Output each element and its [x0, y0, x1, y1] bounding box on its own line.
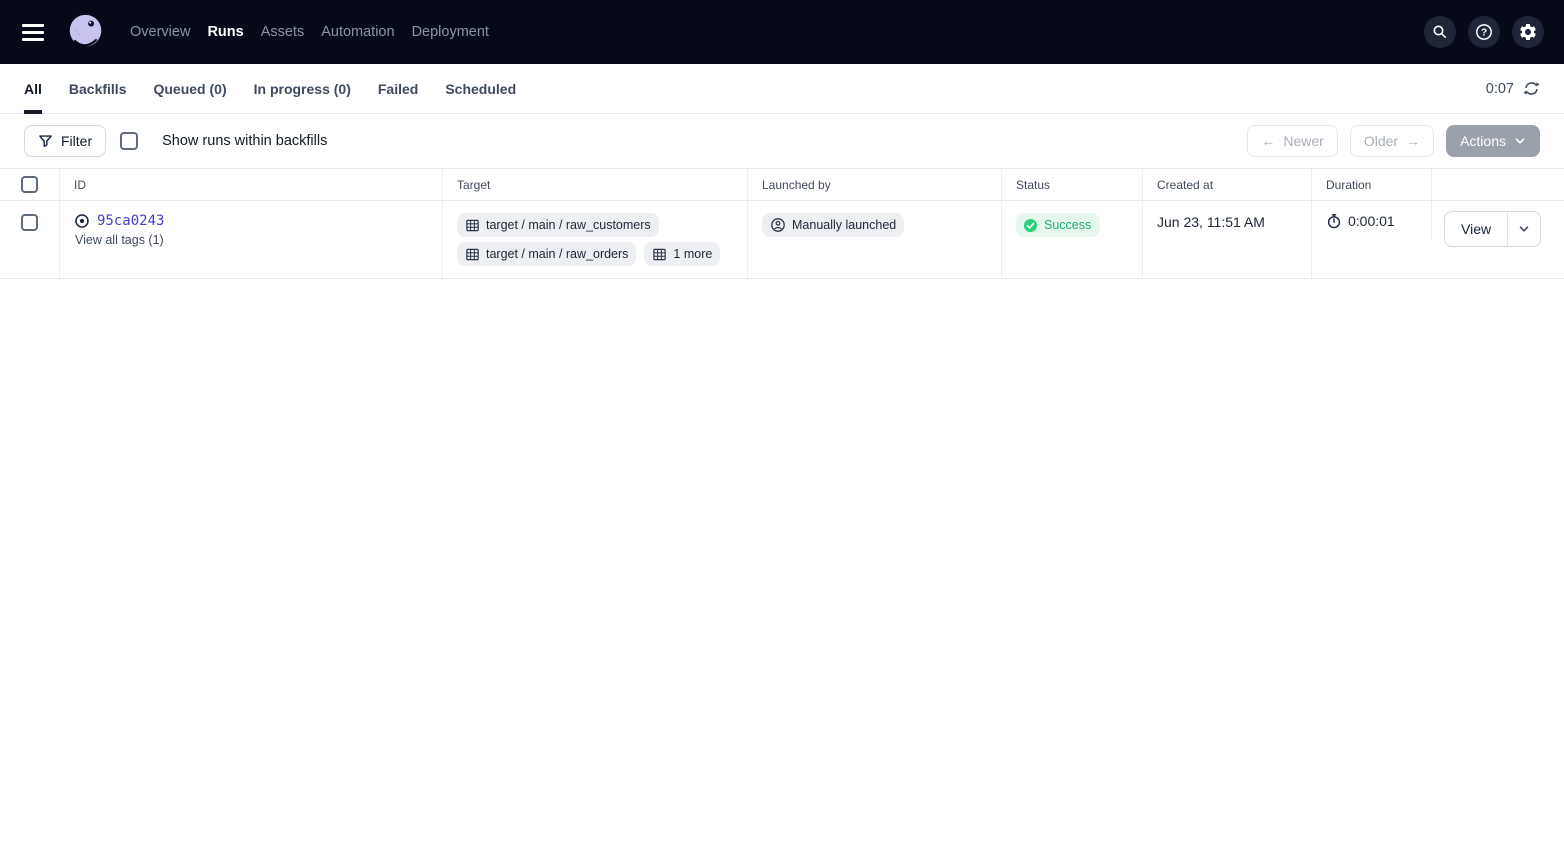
view-split-button: View: [1444, 211, 1541, 247]
dagster-octopus-icon: [65, 11, 107, 53]
newer-button-label: Newer: [1283, 133, 1323, 149]
header-duration: Duration: [1312, 169, 1432, 200]
check-circle-icon: [1023, 218, 1038, 233]
table-grid-icon: [465, 218, 480, 233]
duration-cell: 0:00:01: [1312, 201, 1432, 241]
help-button[interactable]: ?: [1468, 16, 1500, 48]
search-button[interactable]: [1424, 16, 1456, 48]
created-at-value: Jun 23, 11:51 AM: [1157, 214, 1265, 230]
table-grid-icon: [652, 247, 667, 262]
actions-button[interactable]: Actions: [1446, 125, 1540, 157]
status-label: Success: [1044, 216, 1091, 234]
created-at-cell: Jun 23, 11:51 AM: [1143, 201, 1312, 278]
view-dropdown-button[interactable]: [1507, 212, 1540, 246]
target-tag-label: target / main / raw_orders: [486, 245, 628, 263]
tab-backfills[interactable]: Backfills: [69, 64, 127, 113]
view-button[interactable]: View: [1445, 212, 1507, 246]
header-launched-by: Launched by: [748, 169, 1002, 200]
nav-item-deployment[interactable]: Deployment: [412, 24, 489, 40]
hamburger-menu-icon[interactable]: [20, 15, 54, 49]
svg-text:?: ?: [1481, 28, 1487, 39]
nav-item-overview[interactable]: Overview: [130, 24, 190, 40]
chevron-down-icon: [1518, 223, 1530, 235]
runs-toolbar: Filter Show runs within backfills ← Newe…: [0, 114, 1564, 168]
show-backfills-checkbox[interactable]: [120, 132, 138, 150]
refresh-area: 0:07: [1486, 64, 1540, 113]
table-row: 95ca0243 View all tags (1) target / main…: [0, 201, 1564, 279]
status-cell: Success: [1002, 201, 1143, 278]
stopwatch-icon: [1326, 213, 1342, 229]
select-all-checkbox[interactable]: [21, 176, 38, 193]
row-select-cell: [0, 201, 60, 278]
help-icon: ?: [1474, 22, 1494, 42]
select-all-cell: [0, 169, 60, 200]
header-id: ID: [60, 169, 443, 200]
launched-by-label: Manually launched: [792, 216, 896, 234]
more-targets-label: 1 more: [673, 245, 712, 263]
nav-item-automation[interactable]: Automation: [321, 24, 394, 40]
run-status-dot-icon: [74, 213, 90, 229]
target-cell: target / main / raw_customers target / m…: [443, 201, 748, 278]
header-status: Status: [1002, 169, 1143, 200]
tab-all[interactable]: All: [24, 64, 42, 113]
table-grid-icon: [465, 247, 480, 262]
header-target: Target: [443, 169, 748, 200]
runs-table: ID Target Launched by Status Created at …: [0, 168, 1564, 279]
tab-failed[interactable]: Failed: [378, 64, 418, 113]
nav-links: Overview Runs Assets Automation Deployme…: [130, 24, 489, 40]
settings-button[interactable]: [1512, 16, 1544, 48]
target-tag[interactable]: target / main / raw_customers: [457, 213, 659, 237]
user-icon: [770, 217, 786, 233]
toolbar-left: Filter Show runs within backfills: [24, 125, 327, 157]
tab-scheduled[interactable]: Scheduled: [445, 64, 516, 113]
older-button-label: Older: [1364, 133, 1398, 149]
top-nav: Overview Runs Assets Automation Deployme…: [0, 0, 1564, 64]
nav-item-runs[interactable]: Runs: [207, 24, 243, 40]
header-created-at: Created at: [1143, 169, 1312, 200]
view-all-tags-link[interactable]: View all tags (1): [75, 233, 428, 247]
search-icon: [1431, 23, 1449, 41]
filter-button-label: Filter: [61, 133, 92, 149]
run-filter-tabs: All Backfills Queued (0) In progress (0)…: [24, 64, 516, 113]
tab-queued[interactable]: Queued (0): [153, 64, 226, 113]
nav-item-assets[interactable]: Assets: [261, 24, 305, 40]
more-targets-tag[interactable]: 1 more: [644, 242, 720, 266]
table-header-row: ID Target Launched by Status Created at …: [0, 169, 1564, 201]
launched-by-cell: Manually launched: [748, 201, 1002, 278]
run-id-cell: 95ca0243 View all tags (1): [60, 201, 443, 278]
filter-button[interactable]: Filter: [24, 125, 106, 157]
arrow-right-icon: →: [1406, 133, 1420, 149]
launched-by-tag[interactable]: Manually launched: [762, 213, 904, 237]
top-nav-actions: ?: [1424, 16, 1544, 48]
target-tag[interactable]: target / main / raw_orders: [457, 242, 636, 266]
chevron-down-icon: [1514, 135, 1526, 147]
duration-value: 0:00:01: [1348, 213, 1395, 229]
target-tag-label: target / main / raw_customers: [486, 216, 651, 234]
show-backfills-label[interactable]: Show runs within backfills: [162, 133, 327, 149]
filter-funnel-icon: [38, 134, 53, 149]
arrow-left-icon: ←: [1261, 133, 1275, 149]
newer-button[interactable]: ← Newer: [1247, 125, 1337, 157]
toolbar-right: ← Newer Older → Actions: [1247, 125, 1540, 157]
dagster-logo[interactable]: [64, 10, 108, 54]
row-actions-cell: View: [1432, 201, 1564, 278]
tab-in-progress[interactable]: In progress (0): [254, 64, 351, 113]
older-button[interactable]: Older →: [1350, 125, 1434, 157]
gear-icon: [1518, 22, 1538, 42]
status-badge[interactable]: Success: [1016, 213, 1100, 237]
row-checkbox[interactable]: [21, 214, 38, 231]
refresh-countdown: 0:07: [1486, 81, 1514, 97]
run-id-link[interactable]: 95ca0243: [97, 213, 164, 229]
header-actions: [1432, 169, 1564, 200]
runs-tabs-bar: All Backfills Queued (0) In progress (0)…: [0, 64, 1564, 114]
actions-button-label: Actions: [1460, 133, 1506, 149]
refresh-icon[interactable]: [1523, 80, 1540, 97]
